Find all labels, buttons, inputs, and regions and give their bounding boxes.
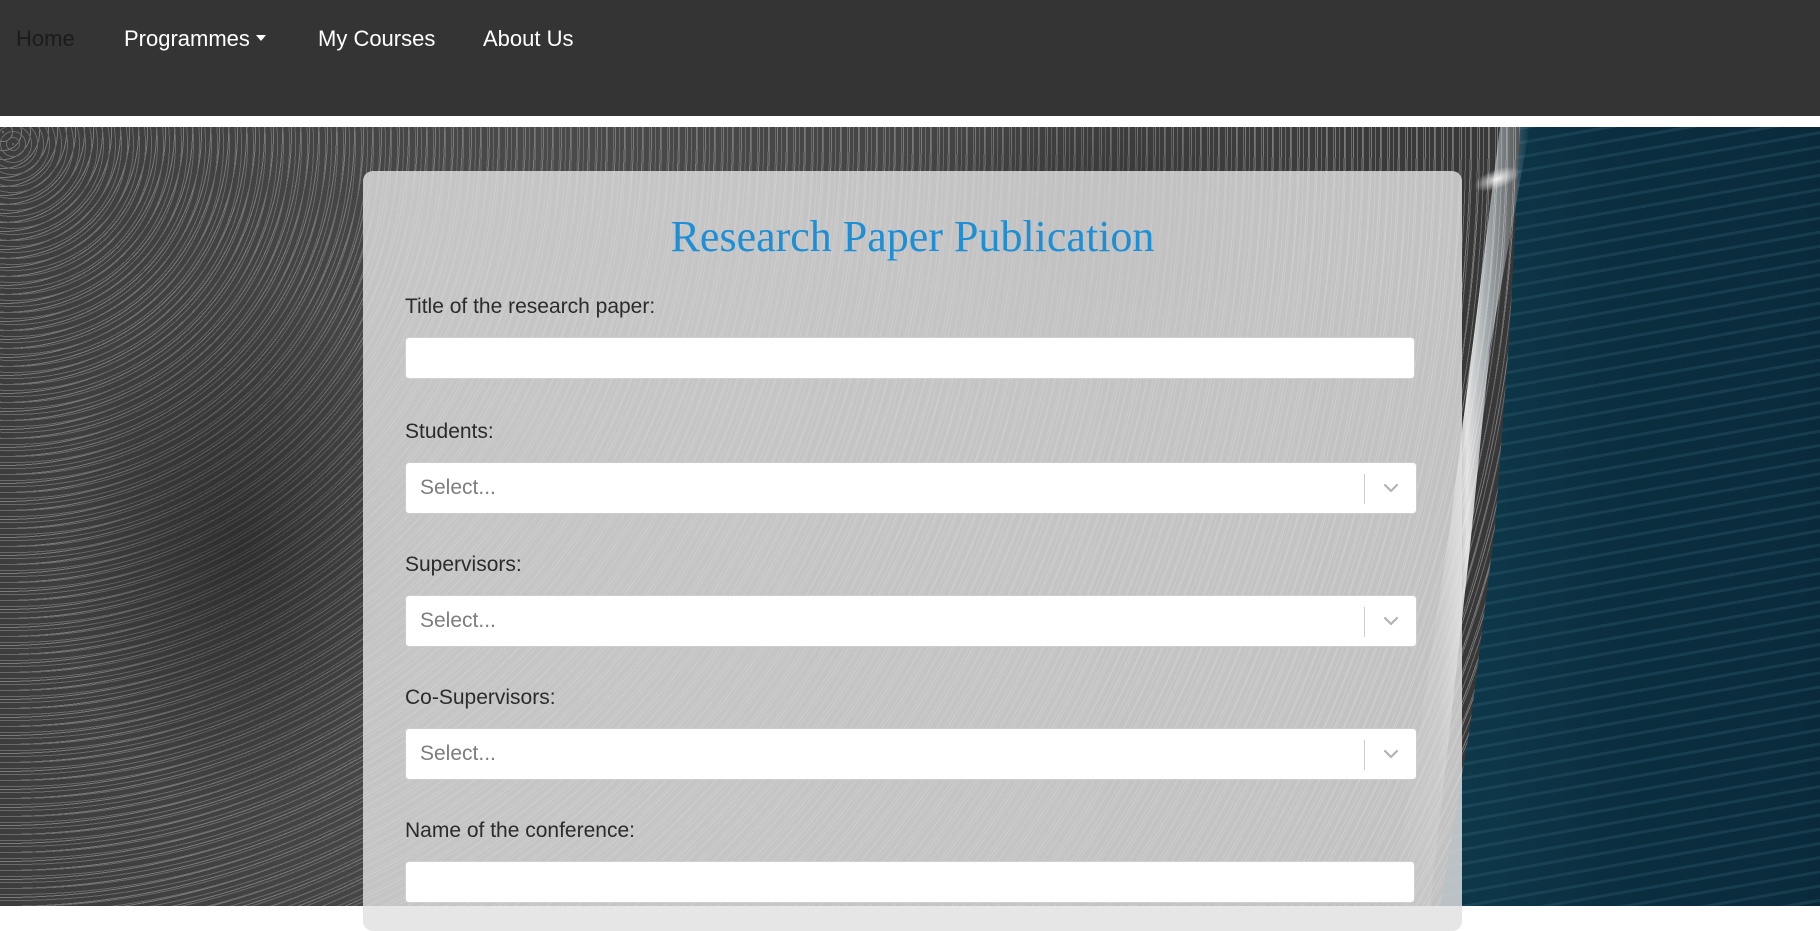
nav-my-courses-link[interactable]: My Courses — [318, 26, 435, 52]
chevron-down-icon[interactable] — [1383, 746, 1399, 762]
nav-about-us-label: About Us — [483, 26, 574, 51]
nav-programmes-label: Programmes — [124, 26, 250, 51]
form-title: Research Paper Publication — [670, 212, 1155, 261]
select-separator — [1364, 474, 1365, 504]
students-select[interactable]: Select... — [405, 462, 1417, 514]
conference-name-label: Name of the conference: — [405, 819, 635, 842]
chevron-down-icon[interactable] — [1383, 480, 1399, 496]
nav-programmes-dropdown[interactable]: Programmes — [124, 26, 266, 52]
nav-home-label: Home — [16, 26, 75, 51]
publication-form-card: Research Paper Publication Title of the … — [363, 171, 1462, 931]
paper-title-label: Title of the research paper: — [405, 295, 656, 318]
select-separator — [1364, 607, 1365, 637]
select-separator — [1364, 740, 1365, 770]
co-supervisors-label: Co-Supervisors: — [405, 686, 556, 709]
co-supervisors-select-placeholder: Select... — [420, 742, 496, 765]
co-supervisors-select[interactable]: Select... — [405, 728, 1417, 780]
caret-down-icon — [255, 35, 266, 42]
chevron-down-icon[interactable] — [1383, 613, 1399, 629]
navbar-divider — [0, 116, 1820, 127]
top-navbar: Home Programmes My Courses About Us — [0, 0, 1820, 116]
nav-home-link[interactable]: Home — [16, 26, 75, 52]
nav-about-us-link[interactable]: About Us — [483, 26, 574, 52]
conference-name-input[interactable] — [405, 861, 1415, 903]
students-select-placeholder: Select... — [420, 476, 496, 499]
supervisors-select[interactable]: Select... — [405, 595, 1417, 647]
supervisors-label: Supervisors: — [405, 553, 522, 576]
students-label: Students: — [405, 420, 494, 443]
supervisors-select-placeholder: Select... — [420, 609, 496, 632]
paper-title-input[interactable] — [405, 337, 1415, 379]
nav-my-courses-label: My Courses — [318, 26, 436, 51]
